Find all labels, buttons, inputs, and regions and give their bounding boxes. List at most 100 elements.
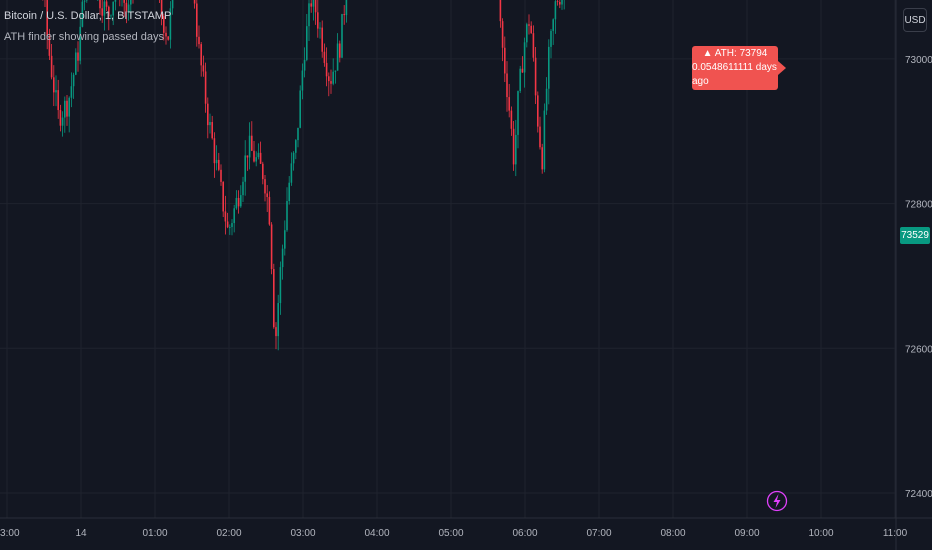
- candle: [193, 0, 196, 9]
- candle: [132, 0, 134, 4]
- candle: [292, 151, 295, 171]
- candle: [211, 115, 213, 140]
- candle: [259, 141, 262, 164]
- candle: [319, 22, 321, 39]
- candle: [86, 0, 88, 3]
- candle: [308, 0, 310, 41]
- last-price-badge: 73529: [900, 227, 930, 244]
- x-tick-label: 14: [75, 528, 87, 539]
- candle: [253, 140, 255, 163]
- candle: [204, 62, 207, 113]
- candle: [519, 65, 521, 94]
- indicator-title: ATH finder showing passed days: [4, 31, 164, 43]
- candle: [332, 58, 334, 86]
- candle: [541, 143, 543, 174]
- candle: [171, 0, 174, 15]
- candle: [226, 212, 229, 229]
- candle: [246, 155, 249, 171]
- candle: [222, 181, 224, 218]
- candle: [119, 0, 121, 7]
- x-tick-label: 08:00: [660, 528, 685, 539]
- x-tick-label: 05:00: [438, 528, 463, 539]
- x-tick-label: 11:00: [883, 528, 908, 539]
- candle: [306, 13, 308, 62]
- candle: [295, 139, 297, 160]
- candle: [537, 91, 539, 133]
- candle: [275, 322, 277, 350]
- candle: [264, 175, 266, 202]
- candle: [83, 0, 86, 11]
- candle: [270, 222, 273, 275]
- candle: [530, 21, 532, 34]
- candle: [196, 0, 198, 47]
- candle: [312, 0, 315, 21]
- candle: [198, 25, 200, 49]
- candle: [248, 122, 251, 170]
- candle: [75, 48, 77, 76]
- candle: [200, 42, 202, 77]
- candle: [321, 20, 323, 58]
- ath-label: ▲ ATH: 73794 0.0548611111 days ago: [692, 46, 786, 90]
- price-chart[interactable]: 7240072600728007300073200734007360073800…: [0, 0, 932, 550]
- x-tick-label: 01:00: [142, 528, 167, 539]
- candle: [552, 18, 554, 45]
- x-tick-label: 06:00: [512, 528, 537, 539]
- candle: [563, 0, 565, 10]
- candle: [59, 104, 62, 132]
- candle: [543, 103, 546, 173]
- candle: [299, 85, 301, 129]
- candle: [290, 152, 293, 186]
- candle: [72, 72, 75, 99]
- candle: [70, 72, 73, 108]
- candle: [317, 0, 319, 38]
- lightning-icon[interactable]: [766, 490, 788, 512]
- candle: [325, 47, 328, 87]
- candle: [121, 0, 123, 7]
- candle: [77, 41, 79, 72]
- ath-label-days: 0.0548611111 days ago: [692, 62, 777, 87]
- candle: [504, 36, 506, 83]
- candle: [515, 119, 517, 177]
- x-tick-label: 03:00: [290, 528, 315, 539]
- x-tick-label: 04:00: [364, 528, 389, 539]
- currency-button[interactable]: USD: [903, 8, 927, 32]
- candle: [510, 106, 513, 136]
- candle: [224, 195, 227, 235]
- candle: [220, 164, 222, 186]
- candle: [328, 72, 330, 97]
- candle: [55, 75, 57, 107]
- candle: [512, 121, 515, 171]
- candle: [343, 5, 345, 25]
- candle: [97, 0, 99, 1]
- candle: [517, 90, 519, 149]
- candle: [68, 96, 70, 133]
- candle: [279, 261, 282, 315]
- candle: [556, 0, 559, 6]
- candle: [323, 43, 326, 67]
- candle: [44, 0, 46, 7]
- candle: [561, 0, 563, 10]
- candle: [501, 18, 504, 62]
- candle: [165, 26, 167, 45]
- candle: [242, 176, 244, 202]
- x-tick-label: 07:00: [586, 528, 611, 539]
- candle: [528, 14, 530, 35]
- x-tick-label: 09:00: [734, 528, 759, 539]
- x-tick-label: 02:00: [216, 528, 241, 539]
- candle: [64, 96, 66, 133]
- candle: [284, 220, 286, 256]
- candle: [314, 0, 317, 25]
- x-tick-label: 10:00: [808, 528, 833, 539]
- candle: [213, 132, 216, 178]
- candle: [330, 69, 332, 94]
- candle: [526, 22, 528, 48]
- x-tick-label: 23:00: [0, 528, 20, 539]
- candle: [559, 0, 561, 9]
- candle: [114, 0, 117, 11]
- candle: [240, 185, 242, 208]
- candle: [66, 95, 68, 126]
- candle: [167, 36, 169, 41]
- candle: [545, 77, 548, 115]
- candle: [341, 13, 343, 59]
- y-tick-label: 72400: [905, 489, 932, 500]
